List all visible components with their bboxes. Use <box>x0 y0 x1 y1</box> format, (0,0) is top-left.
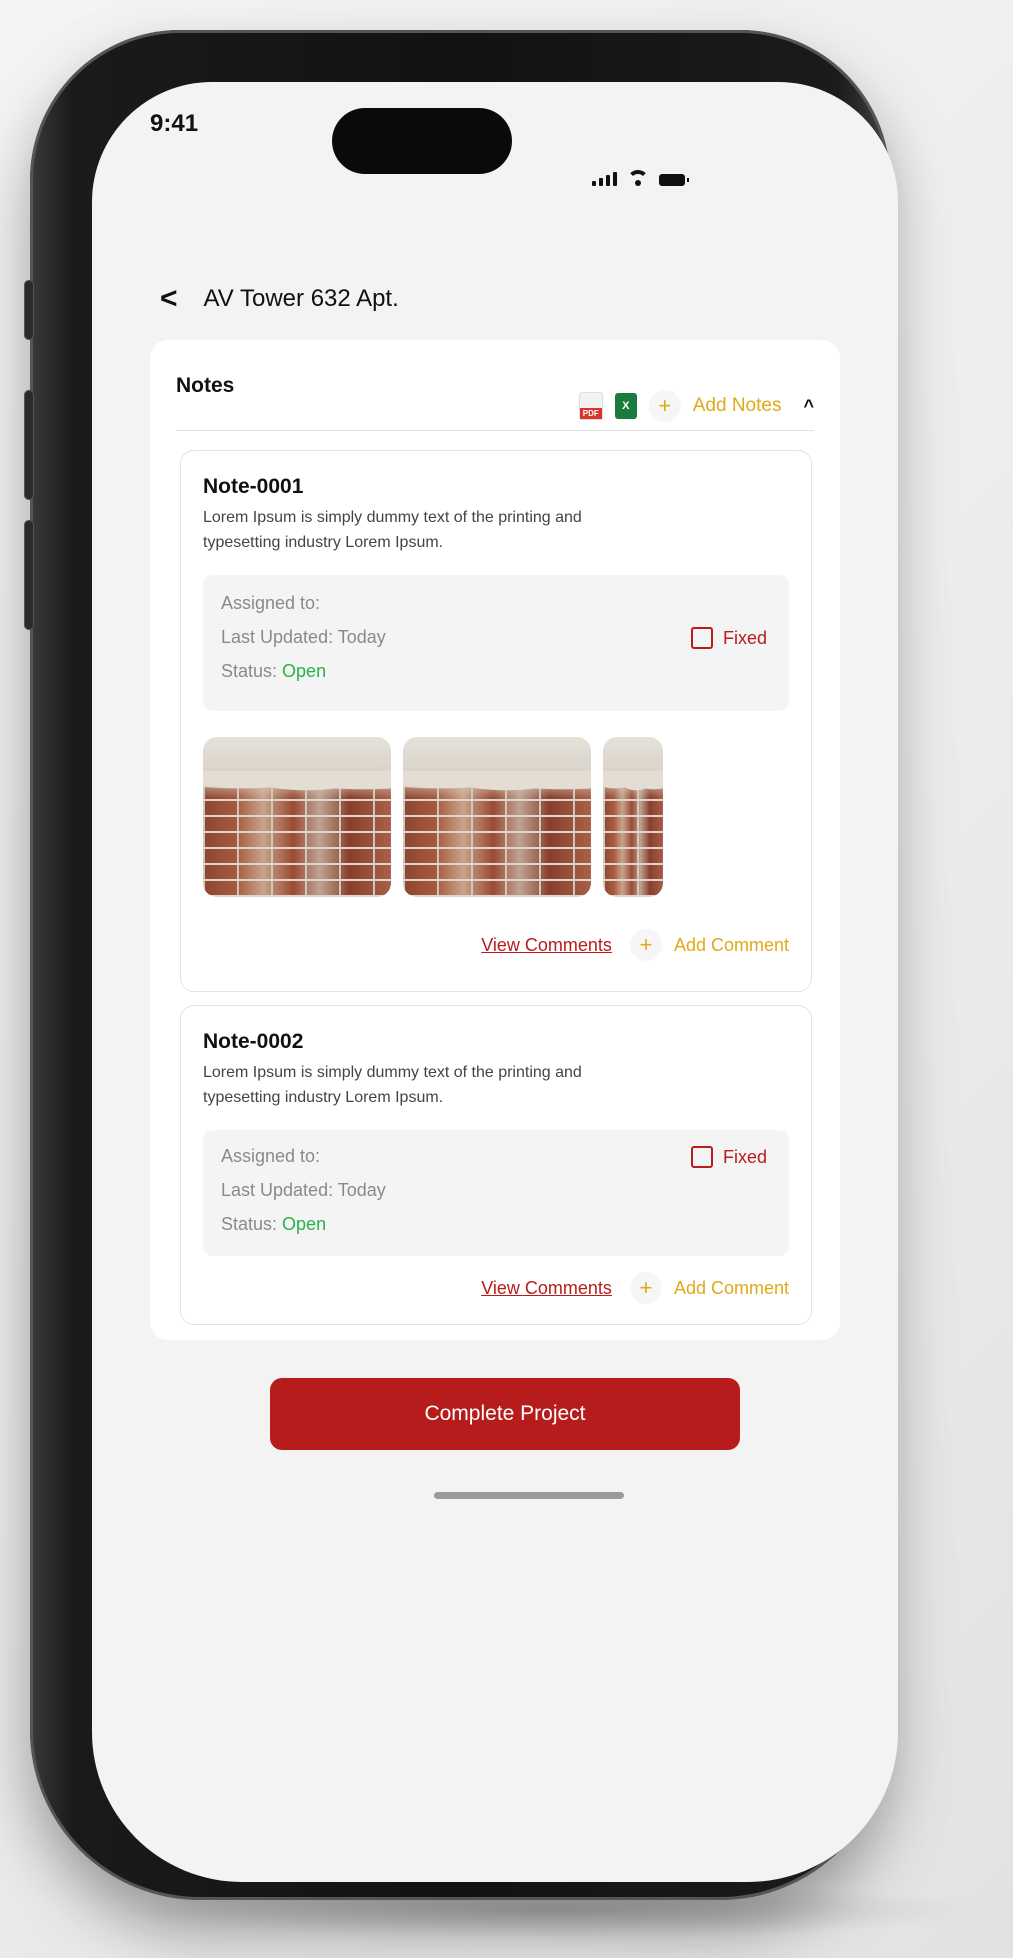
note-info-box: Assigned to: Last Updated: Today Status:… <box>203 575 789 711</box>
note-card-0001: Note-0001 Lorem Ipsum is simply dummy te… <box>180 450 812 992</box>
home-indicator[interactable] <box>434 1492 624 1499</box>
fixed-label: Fixed <box>722 627 767 648</box>
notes-panel: Notes PDF X + Add Notes ^ Note-0001 Lore… <box>150 340 840 1340</box>
last-updated: Last Updated: Today <box>221 1180 386 1200</box>
view-comments-link[interactable]: View Comments <box>481 935 612 956</box>
signal-icon <box>592 172 617 186</box>
add-comment-plus-icon: + <box>629 1272 662 1304</box>
battery-icon <box>659 174 689 186</box>
fixed-label: Fixed <box>722 1146 767 1167</box>
app-header: < AV Tower 632 Apt. <box>160 282 399 316</box>
note-card-0002: Note-0002 Lorem Ipsum is simply dummy te… <box>180 1005 812 1325</box>
brick-wall-photo[interactable] <box>403 737 591 897</box>
volume-up-button <box>24 390 34 500</box>
note-title: Note-0001 <box>203 475 304 498</box>
notes-actions: PDF X + Add Notes ^ <box>578 390 814 422</box>
photo-gallery[interactable] <box>203 737 811 897</box>
status-icons <box>592 170 689 186</box>
brick-wall-photo[interactable] <box>203 737 391 897</box>
note-info-box: Assigned to: Last Updated: Today Status:… <box>203 1130 789 1256</box>
back-arrow-icon[interactable]: < <box>160 282 178 316</box>
last-updated: Last Updated: Today <box>221 627 386 647</box>
add-comment-button[interactable]: + Add Comment <box>629 929 789 961</box>
add-comment-label: Add Comment <box>673 1277 789 1298</box>
status-line: Status: Open <box>221 1214 326 1235</box>
fixed-checkbox[interactable] <box>690 1146 713 1168</box>
dynamic-island <box>332 108 512 174</box>
add-notes-plus-icon[interactable]: + <box>648 390 681 422</box>
notes-panel-header: Notes PDF X + Add Notes ^ <box>176 366 814 431</box>
status-value: Open <box>282 1214 327 1234</box>
status-label: Status: <box>221 661 278 681</box>
status-label: Status: <box>221 1214 278 1234</box>
status-time: 9:41 <box>150 110 199 137</box>
volume-down-button <box>24 520 34 630</box>
fixed-checkbox-row[interactable]: Fixed <box>690 627 767 649</box>
status-line: Status: Open <box>221 661 326 682</box>
complete-project-button[interactable]: Complete Project <box>270 1378 740 1450</box>
excel-export-icon[interactable]: X <box>614 393 637 419</box>
fixed-checkbox-row[interactable]: Fixed <box>690 1146 767 1168</box>
phone-frame: 9:41 < AV Tower 632 Apt. Notes PDF X + A… <box>24 30 898 1900</box>
page-title: AV Tower 632 Apt. <box>203 285 399 312</box>
brick-wall-photo[interactable] <box>603 737 663 897</box>
add-notes-button[interactable]: Add Notes <box>693 395 782 417</box>
view-comments-link[interactable]: View Comments <box>481 1278 612 1299</box>
wifi-icon <box>627 170 649 186</box>
status-value: Open <box>282 661 327 681</box>
add-comment-label: Add Comment <box>673 934 789 955</box>
add-comment-button[interactable]: + Add Comment <box>629 1272 789 1304</box>
assigned-to: Assigned to: <box>221 593 321 613</box>
pdf-badge: PDF <box>579 408 602 419</box>
note-actions: View Comments + Add Comment <box>481 1272 789 1304</box>
phone-screen: 9:41 < AV Tower 632 Apt. Notes PDF X + A… <box>92 82 898 1882</box>
assigned-to: Assigned to: <box>221 1146 321 1166</box>
note-description: Lorem Ipsum is simply dummy text of the … <box>203 1064 582 1106</box>
note-description: Lorem Ipsum is simply dummy text of the … <box>203 509 582 551</box>
add-comment-plus-icon: + <box>629 929 662 961</box>
silent-switch <box>24 280 34 340</box>
chevron-up-icon[interactable]: ^ <box>803 396 814 417</box>
pdf-export-icon[interactable]: PDF <box>578 392 603 420</box>
notes-label: Notes <box>176 374 235 397</box>
note-title: Note-0002 <box>203 1030 304 1053</box>
fixed-checkbox[interactable] <box>690 627 713 649</box>
note-actions: View Comments + Add Comment <box>481 929 789 961</box>
